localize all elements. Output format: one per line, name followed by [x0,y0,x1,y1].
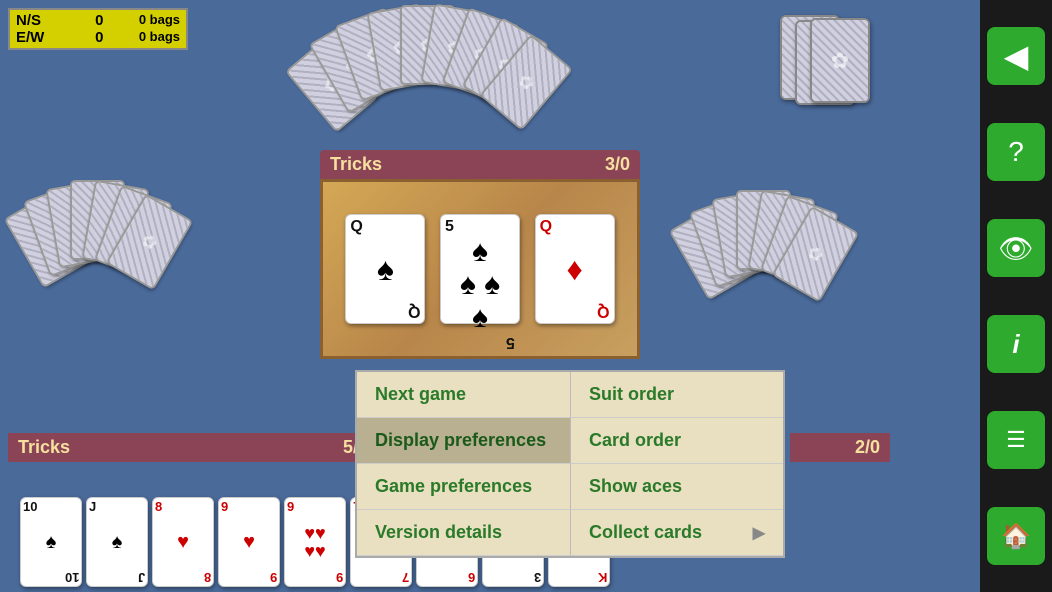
home-button[interactable]: 🏠 [987,507,1045,565]
south-card-4[interactable]: 9 ♥ 9 [218,497,280,587]
right-tricks-value: 2/0 [855,437,880,457]
info-button[interactable]: i [987,315,1045,373]
home-icon: 🏠 [1001,522,1031,551]
menu-game-prefs[interactable]: Game preferences [357,464,570,510]
center-play-area: Tricks 3/0 Q ♠ Q 5 ♠♠ ♠♠ 5 Q ♦ [320,150,640,390]
menu-next-game[interactable]: Next game [357,372,570,418]
south-card-1[interactable]: 10 ♠ 10 [20,497,82,587]
center-tricks-value: 3/0 [605,154,630,175]
card-rank-bottom: Q [597,303,609,319]
menu-show-aces[interactable]: Show aces [570,464,783,510]
info-icon: i [1012,329,1019,360]
ns-score: 0 [83,12,103,29]
north-hand: ✿ ✿ ✿ ✿ ✿ ✿ ✿ ✿ ✿ [320,5,540,125]
card-suit-center: ♠♠ ♠♠ [460,235,500,334]
game-area: N/S 0 0 bags E/W 0 0 bags ✿ ✿ ✿ ✿ ✿ ✿ ✿ … [0,0,980,592]
ew-score: 0 [83,29,103,46]
menu-suit-order[interactable]: Suit order [570,372,783,418]
collect-cards-arrow: ▶ [753,523,765,543]
ew-bags: 0 bags [139,29,180,46]
center-tricks-label: Tricks [330,154,382,175]
ns-bags: 0 bags [139,12,180,29]
back-button[interactable]: ◀ [987,27,1045,85]
menu-collect-cards[interactable]: Collect cards ▶ [570,510,783,556]
played-card-north[interactable]: 5 ♠♠ ♠♠ 5 [440,214,520,324]
help-button[interactable]: ? [987,123,1045,181]
south-card-3[interactable]: 8 ♥ 8 [152,497,214,587]
eye-button[interactable]: 👁 [987,219,1045,277]
card-suit-center: ♦ [566,251,582,288]
ns-score-row: N/S 0 0 bags [16,12,180,29]
menu-button[interactable]: ☰ [987,411,1045,469]
east-card-3 [810,18,870,103]
card-rank-bottom: 5 [506,334,515,350]
ns-label: N/S [16,12,48,29]
scoreboard: N/S 0 0 bags E/W 0 0 bags [8,8,188,50]
south-card-2[interactable]: J ♠ J [86,497,148,587]
menu-card-order[interactable]: Card order [570,418,783,464]
played-card-north-wrap: 5 ♠♠ ♠♠ 5 [440,214,520,324]
ew-label: E/W [16,29,48,46]
played-card-west[interactable]: Q ♠ Q [345,214,425,324]
card-suit-center: ♠ [377,251,394,288]
card-rank-top: Q [540,219,552,235]
context-menu[interactable]: Next game Suit order Display preferences… [355,370,785,558]
hamburger-icon: ☰ [1006,429,1026,451]
ew-score-row: E/W 0 0 bags [16,29,180,46]
menu-version-details[interactable]: Version details [357,510,570,556]
played-card-east[interactable]: Q ♦ Q [535,214,615,324]
west-hand: ✿ ✿ ✿ ✿ ✿ ✿ ✿ [20,180,220,310]
bottom-tricks-banner: Tricks 5/1 [8,433,378,462]
bottom-tricks-label: Tricks [18,437,70,458]
menu-grid: Next game Suit order Display preferences… [357,372,783,556]
card-table: Q ♠ Q 5 ♠♠ ♠♠ 5 Q ♦ Q [320,179,640,359]
east-hand [750,10,880,110]
card-rank-top: 5 [445,219,454,235]
right-tricks-banner: 2/0 [790,433,890,462]
sidebar: ◀ ? 👁 i ☰ 🏠 [980,0,1052,592]
center-tricks-banner: Tricks 3/0 [320,150,640,179]
card-rank-top: Q [350,219,362,235]
south-card-5[interactable]: 9 ♥♥♥♥ 9 [284,497,346,587]
eye-icon: 👁 [998,232,1034,265]
card-rank-bottom: Q [408,303,420,319]
menu-display-prefs[interactable]: Display preferences [357,418,570,464]
east-side-hand: ✿ ✿ ✿ ✿ ✿ ✿ ✿ [685,190,875,310]
